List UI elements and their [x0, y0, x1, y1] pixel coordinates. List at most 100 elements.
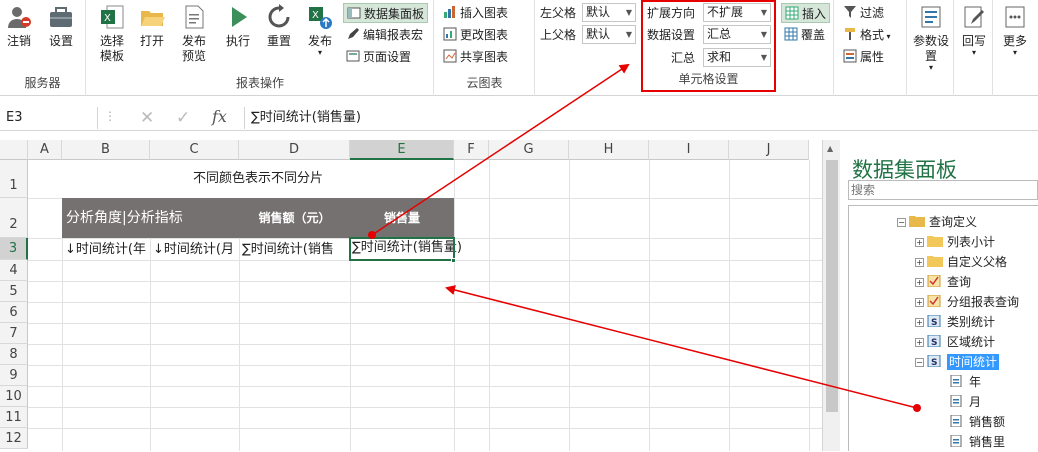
cover-mode-button[interactable]: 覆盖	[784, 25, 825, 45]
panel-search-input[interactable]	[848, 180, 1038, 200]
expand-icon[interactable]: +	[915, 318, 924, 327]
left-parent-dropdown[interactable]: 默认 ▼	[582, 3, 636, 22]
tree-item-month[interactable]: 月	[949, 392, 981, 412]
publish-preview-button[interactable]: 发布 预览	[177, 4, 211, 64]
row-header-10[interactable]: 10	[0, 386, 28, 407]
collapse-icon[interactable]: −	[915, 358, 924, 367]
gridline	[28, 365, 822, 366]
tree-item-sales-volume[interactable]: 销售里	[949, 432, 1005, 452]
collapse-icon[interactable]: −	[897, 218, 906, 227]
confirm-icon[interactable]: ✓	[176, 108, 190, 128]
row-header-4[interactable]: 4	[0, 260, 28, 281]
column-header-f[interactable]: F	[454, 140, 489, 160]
row-header-8[interactable]: 8	[0, 344, 28, 365]
reset-button[interactable]: 重置	[262, 4, 296, 49]
execute-button[interactable]: 执行	[221, 4, 255, 49]
svg-text:S: S	[931, 318, 937, 327]
sheet-title-cell[interactable]: 不同颜色表示不同分片	[62, 160, 454, 198]
tree-item-category-stats[interactable]: + S 类别统计	[915, 312, 995, 332]
expand-icon[interactable]: +	[915, 238, 924, 247]
header-cell-analysis[interactable]: 分析角度|分析指标	[62, 198, 239, 238]
data-settings-dropdown[interactable]: 汇总 ▼	[703, 25, 771, 44]
row-header-2[interactable]: 2	[0, 198, 28, 238]
column-header-j[interactable]: J	[729, 140, 809, 160]
chevron-down-icon: ▼	[760, 53, 767, 62]
publish-button[interactable]: X 发布 ▾	[303, 4, 337, 57]
publish-dropdown-icon[interactable]: ▾	[303, 49, 337, 57]
tree-item-year[interactable]: 年	[949, 372, 981, 392]
column-header-h[interactable]: H	[569, 140, 649, 160]
function-icon[interactable]: fx	[212, 107, 227, 126]
name-box[interactable]: E3	[0, 107, 98, 129]
tree-item-group-query[interactable]: + 分组报表查询	[915, 292, 1019, 312]
scroll-up-icon[interactable]: ▲	[827, 144, 833, 153]
group-query-icon	[927, 295, 941, 307]
writeback-button[interactable]: 回写 ▾	[957, 4, 991, 57]
column-header-i[interactable]: I	[649, 140, 729, 160]
column-header-b[interactable]: B	[62, 140, 150, 160]
edit-report-macro-button[interactable]: 编辑报表宏	[346, 25, 423, 45]
select-template-button[interactable]: X 选择 模板	[95, 4, 129, 64]
cancel-icon[interactable]: ✕	[140, 108, 154, 128]
tree-item-query[interactable]: + 查询	[915, 272, 971, 292]
format-label: 格式	[860, 28, 885, 42]
row-header-5[interactable]: 5	[0, 281, 28, 302]
cell-d3[interactable]: ∑时间统计(销售	[240, 239, 350, 260]
more-button[interactable]: 更多 ▾	[998, 4, 1032, 57]
insert-chart-button[interactable]: 插入图表	[443, 3, 508, 23]
filter-button[interactable]: 过滤	[843, 3, 884, 23]
page-settings-button[interactable]: 页面设置	[346, 47, 411, 67]
row-header-7[interactable]: 7	[0, 323, 28, 344]
filter-label: 过滤	[860, 6, 885, 20]
formula-input[interactable]: ∑时间统计(销售量)	[244, 107, 1038, 129]
fill-handle[interactable]	[451, 258, 456, 263]
more-dropdown-icon[interactable]: ▾	[998, 49, 1032, 57]
select-all-corner[interactable]	[0, 140, 28, 160]
param-settings-button[interactable]: 参数设置 ▾	[910, 4, 952, 72]
gridline	[28, 323, 822, 324]
row-header-6[interactable]: 6	[0, 302, 28, 323]
properties-button[interactable]: 属性	[843, 47, 884, 67]
tree-item-custom-parent[interactable]: + 自定义父格	[915, 252, 1007, 272]
header-cell-sales-amount[interactable]: 销售额（元）	[239, 198, 350, 238]
row-header-1[interactable]: 1	[0, 160, 28, 198]
vertical-scrollbar[interactable]: ▲	[822, 140, 840, 451]
row-header-12[interactable]: 12	[0, 428, 28, 449]
column-header-d[interactable]: D	[239, 140, 350, 160]
writeback-dropdown-icon[interactable]: ▾	[957, 49, 991, 57]
dataset-panel-button[interactable]: 数据集面板	[343, 3, 429, 23]
tree-item-sales-amount[interactable]: 销售额	[949, 412, 1005, 432]
top-parent-dropdown[interactable]: 默认 ▼	[582, 25, 636, 44]
expand-icon[interactable]: +	[915, 298, 924, 307]
param-dropdown-icon[interactable]: ▾	[910, 64, 952, 72]
share-chart-button[interactable]: 共享图表	[443, 47, 508, 67]
column-header-a[interactable]: A	[28, 140, 62, 160]
row-header-3[interactable]: 3	[0, 238, 28, 260]
summary-dropdown[interactable]: 求和 ▼	[703, 48, 771, 67]
format-button[interactable]: 格式 ▾	[843, 25, 891, 45]
update-chart-button[interactable]: 更改图表	[443, 25, 508, 45]
column-header-g[interactable]: G	[489, 140, 569, 160]
expand-icon[interactable]: +	[915, 338, 924, 347]
insert-mode-button[interactable]: 插入	[781, 3, 831, 23]
tree-item-time-stats[interactable]: − S 时间统计	[915, 352, 1000, 372]
format-dropdown-icon[interactable]: ▾	[884, 32, 891, 41]
column-header-c[interactable]: C	[150, 140, 239, 160]
tree-item-region-stats[interactable]: + S 区域统计	[915, 332, 995, 352]
expand-icon[interactable]: +	[915, 278, 924, 287]
logout-button[interactable]: 注销	[2, 4, 36, 49]
row-header-11[interactable]: 11	[0, 407, 28, 428]
expand-icon[interactable]: +	[915, 258, 924, 267]
cell-c3[interactable]: ↓时间统计(月	[151, 239, 239, 260]
scroll-thumb[interactable]	[826, 160, 838, 412]
tree-item-query-def[interactable]: − 查询定义	[897, 212, 977, 232]
row-header-9[interactable]: 9	[0, 365, 28, 386]
header-cell-sales-volume[interactable]: 销售量	[350, 198, 454, 238]
tree-item-list-subtotal[interactable]: + 列表小计	[915, 232, 995, 252]
column-header-e[interactable]: E	[350, 140, 454, 160]
left-parent-value: 默认	[586, 5, 611, 19]
cell-b3[interactable]: ↓时间统计(年	[63, 239, 150, 260]
open-button[interactable]: 打开	[135, 4, 169, 49]
settings-button[interactable]: 设置	[44, 4, 78, 49]
expand-direction-dropdown[interactable]: 不扩展 ▼	[703, 3, 771, 22]
